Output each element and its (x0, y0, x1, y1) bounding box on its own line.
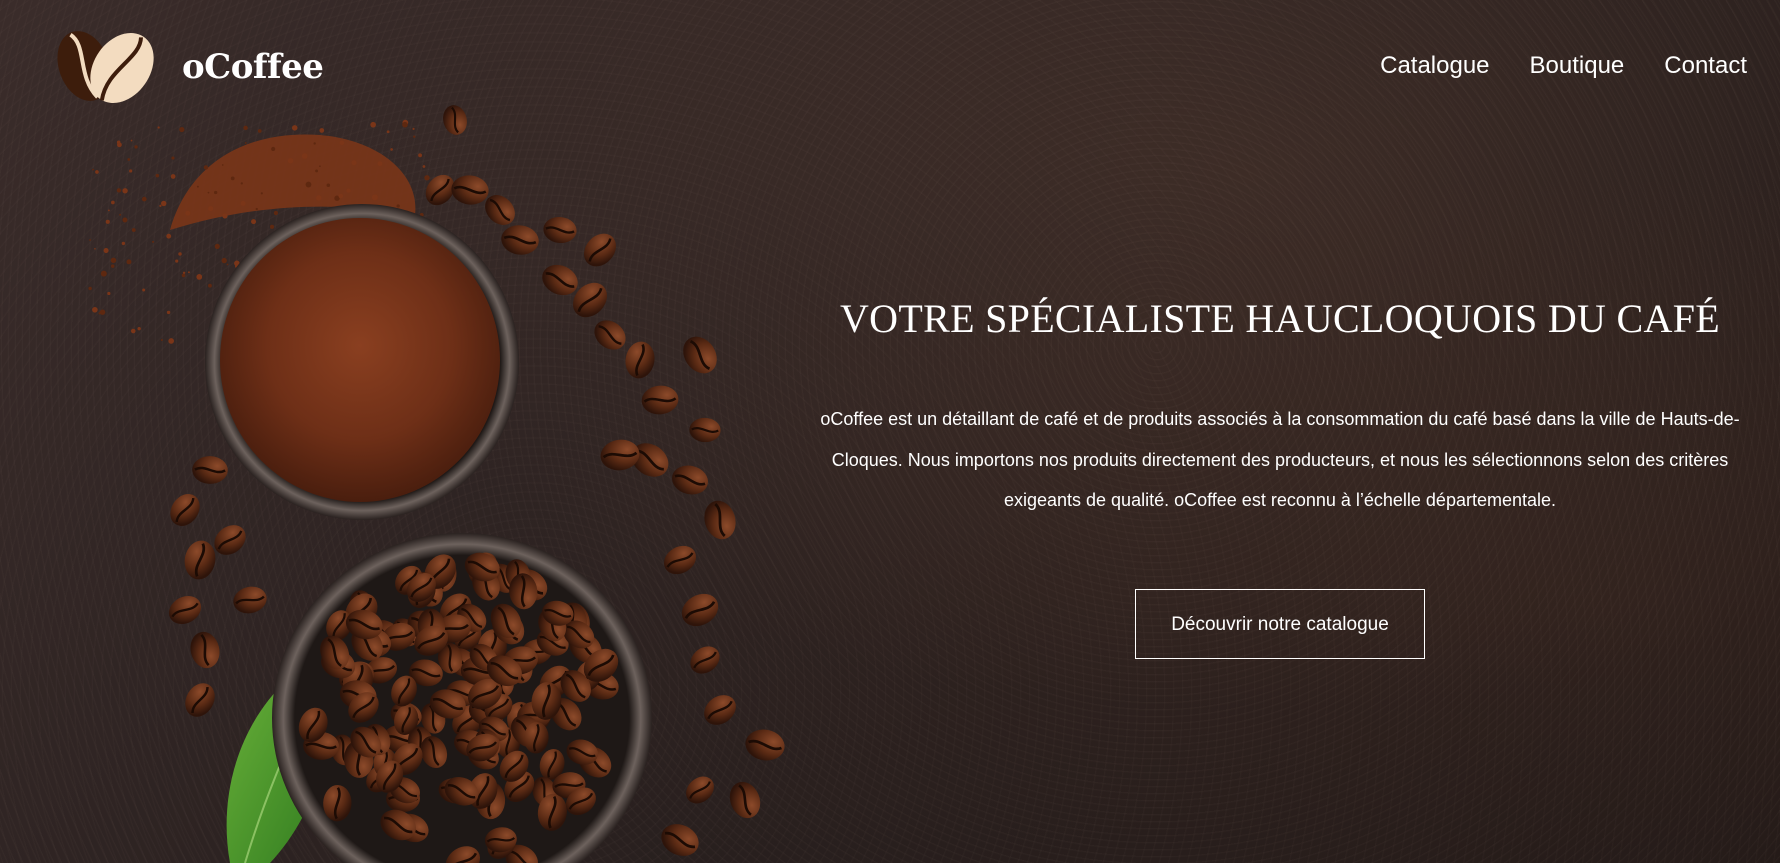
nav-item-catalogue[interactable]: Catalogue (1380, 52, 1489, 80)
hero-section: oCoffee Catalogue Boutique Contact VOTRE… (0, 0, 1780, 863)
site-header: oCoffee Catalogue Boutique Contact (0, 0, 1780, 135)
brand-name: oCoffee (182, 47, 324, 87)
nav-item-boutique[interactable]: Boutique (1530, 52, 1625, 80)
hero-title: VOTRE SPÉCIALISTE HAUCLOQUOIS DU CAFÉ (839, 296, 1720, 341)
brand-logo-link[interactable]: oCoffee (52, 28, 324, 106)
main-nav: Catalogue Boutique Contact (1380, 52, 1747, 80)
coffee-beans-logo-icon (57, 31, 154, 104)
nav-item-contact[interactable]: Contact (1664, 52, 1747, 80)
discover-catalogue-button[interactable]: Découvrir notre catalogue (1135, 588, 1425, 659)
hero-content: VOTRE SPÉCIALISTE HAUCLOQUOIS DU CAFÉ oC… (810, 295, 1750, 659)
hero-description: oCoffee est un détaillant de café et de … (820, 409, 1740, 510)
